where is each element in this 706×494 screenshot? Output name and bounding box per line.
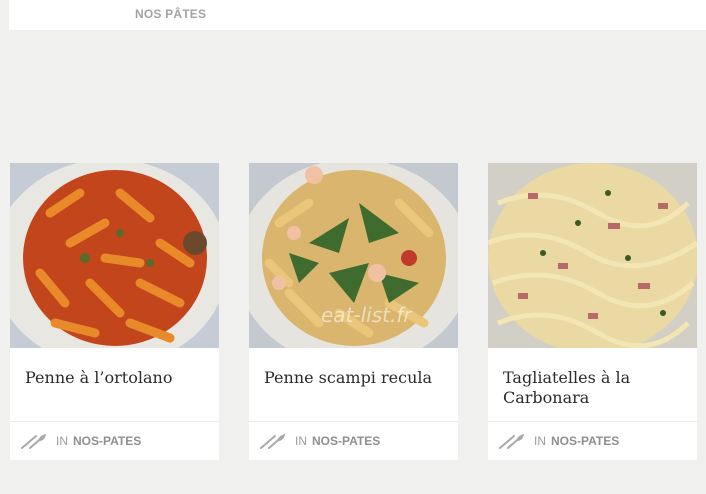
recipe-title[interactable]: Penne à l’ortolano [10, 348, 219, 421]
category-link[interactable]: NOS-PATES [312, 434, 380, 448]
recipe-card: Tagliatelles à la Carbonara IN NOS-PATES [488, 163, 697, 460]
previous-post-card: NOS PÂTES [9, 0, 706, 30]
in-label: IN [56, 434, 68, 448]
recipe-title[interactable]: Penne scampi recula [249, 348, 458, 421]
in-label: IN [295, 434, 307, 448]
recipe-card: eat-list.fr Penne scampi recula IN NOS-P… [249, 163, 458, 460]
category-link[interactable]: NOS-PATES [551, 434, 619, 448]
category-link[interactable]: NOS PÂTES [135, 7, 206, 21]
recipe-card: Penne à l’ortolano IN NOS-PATES [10, 163, 219, 460]
tagliatelles-carbonara-photo [488, 163, 697, 348]
fork-knife-icon [499, 434, 524, 449]
in-label: IN [534, 434, 546, 448]
recipe-image-link[interactable] [10, 163, 219, 348]
recipe-image-link[interactable] [488, 163, 697, 348]
recipe-meta: IN NOS-PATES [10, 421, 219, 460]
fork-knife-icon [260, 434, 285, 449]
category-link[interactable]: NOS-PATES [73, 434, 141, 448]
recipe-image-link[interactable]: eat-list.fr [249, 163, 458, 348]
watermark: eat-list.fr [321, 303, 412, 327]
fork-knife-icon [21, 434, 46, 449]
recipe-title[interactable]: Tagliatelles à la Carbonara [488, 348, 697, 421]
recipe-meta: IN NOS-PATES [249, 421, 458, 460]
recipe-meta: IN NOS-PATES [488, 421, 697, 460]
penne-ortolano-photo [10, 163, 219, 348]
